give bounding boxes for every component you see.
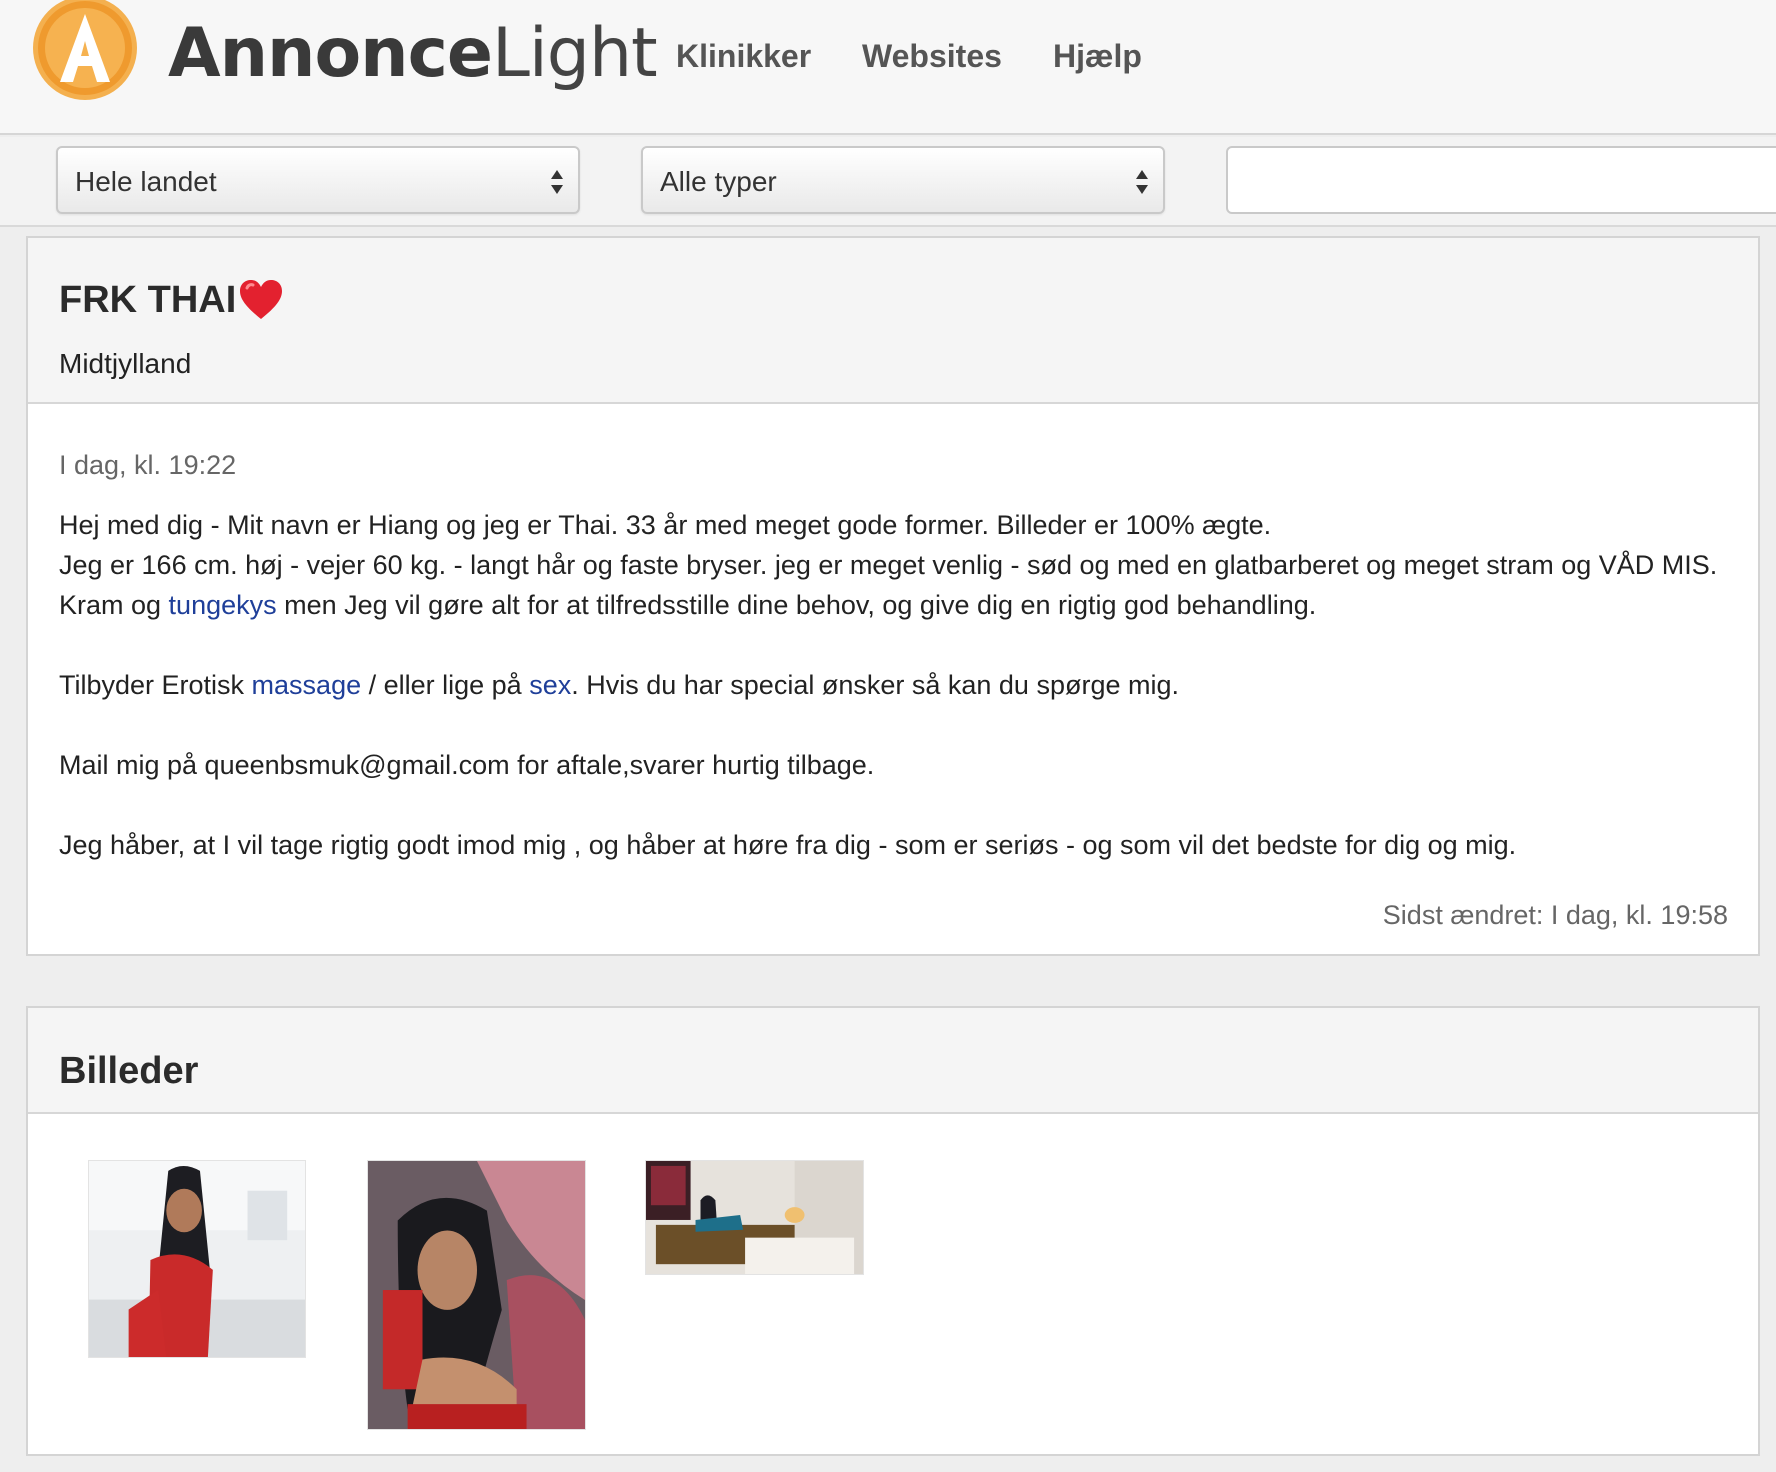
description-line-4: Mail mig på queenbsmuk@gmail.com for aft… <box>59 750 875 780</box>
type-select-value: Alle typer <box>660 166 777 197</box>
pictures-title: Billeder <box>59 1050 199 1092</box>
annoncelight-logo-icon[interactable] <box>26 0 144 108</box>
ad-title-text: FRK THAI <box>59 278 237 321</box>
description-line-1: Hej med dig - Mit navn er Hiang og jeg e… <box>59 510 1272 540</box>
filter-bar: Hele landet Alle typer <box>0 137 1776 227</box>
photo-thumbnail-1[interactable] <box>88 1160 306 1358</box>
brand-wordmark-light: Light <box>492 14 658 93</box>
description-line-3a: Tilbyder Erotisk <box>59 670 252 700</box>
search-input[interactable] <box>1228 148 1776 212</box>
nav-link-klinikker[interactable]: Klinikker <box>676 38 811 75</box>
ad-title: FRK THAI <box>59 278 284 322</box>
ad-region: Midtjylland <box>59 348 192 379</box>
description-line-3b: / eller lige på <box>361 670 530 700</box>
brand-wordmark-bold: Annonce <box>168 14 493 93</box>
description-line-2b: men Jeg vil gøre alt for at tilfredsstil… <box>276 590 1317 620</box>
description-paragraph-4: Jeg håber, at I vil tage rigtig godt imo… <box>59 825 1749 865</box>
photo-thumbnail-3[interactable] <box>645 1160 864 1275</box>
link-massage[interactable]: massage <box>252 670 362 700</box>
region-select[interactable]: Hele landet <box>56 146 580 214</box>
select-arrows-icon <box>1135 168 1149 196</box>
heart-emoji-icon <box>238 278 284 322</box>
select-arrows-icon <box>550 168 564 196</box>
link-tungekys[interactable]: tungekys <box>169 590 277 620</box>
description-line-5: Jeg håber, at I vil tage rigtig godt imo… <box>59 830 1517 860</box>
pictures-panel: Billeder <box>26 1006 1760 1456</box>
type-select[interactable]: Alle typer <box>641 146 1165 214</box>
brand-wordmark[interactable]: AnnonceLight <box>168 14 658 94</box>
ad-header: FRK THAI Midtjylland <box>28 238 1758 404</box>
modified-timestamp: Sidst ændret: I dag, kl. 19:58 <box>1382 900 1728 930</box>
posted-timestamp: I dag, kl. 19:22 <box>59 450 237 480</box>
region-select-value: Hele landet <box>75 166 217 197</box>
nav-link-websites[interactable]: Websites <box>862 38 1002 75</box>
search-box[interactable] <box>1226 146 1776 214</box>
ad-description: Hej med dig - Mit navn er Hiang og jeg e… <box>59 505 1749 905</box>
top-header: AnnonceLight Klinikker Websites Hjælp <box>0 0 1776 135</box>
ad-panel: FRK THAI Midtjylland I dag, kl. 19:22 He… <box>26 236 1760 956</box>
photo-thumbnail-2[interactable] <box>367 1160 586 1430</box>
description-paragraph-1: Hej med dig - Mit navn er Hiang og jeg e… <box>59 505 1749 625</box>
description-paragraph-2: Tilbyder Erotisk massage / eller lige på… <box>59 665 1749 705</box>
description-paragraph-3: Mail mig på queenbsmuk@gmail.com for aft… <box>59 745 1749 785</box>
pictures-header: Billeder <box>28 1008 1758 1114</box>
description-line-3c: . Hvis du har special ønsker så kan du s… <box>571 670 1179 700</box>
nav-link-hjaelp[interactable]: Hjælp <box>1053 38 1142 75</box>
link-sex[interactable]: sex <box>529 670 571 700</box>
